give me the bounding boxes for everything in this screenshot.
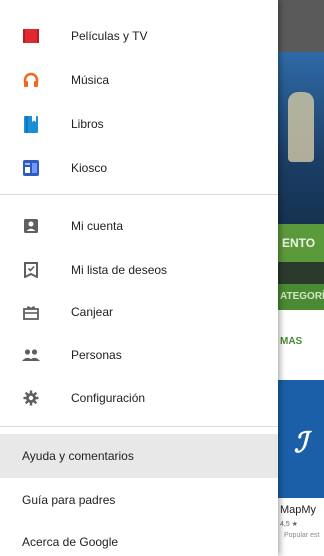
drawer-item-label: Canjear [71,305,114,319]
banner-character-image [288,92,314,162]
drawer-item-redeem[interactable]: Canjear [0,290,278,334]
drawer-item-label: Mi cuenta [71,219,124,233]
navigation-drawer: Películas y TV Música Libros Kiosco Mi c… [0,0,278,556]
drawer-item-wishlist[interactable]: Mi lista de deseos [0,248,278,292]
drawer-divider [0,194,278,195]
app-card-subtitle: Popular est [284,532,320,539]
drawer-item-about-google[interactable]: Acerca de Google [0,520,278,556]
drawer-item-label: Libros [71,117,104,131]
movies-tv-icon [22,27,40,45]
drawer-item-label: Guía para padres [22,493,116,507]
drawer-item-newsstand[interactable]: Kiosco [0,146,278,190]
drawer-item-movies-tv[interactable]: Películas y TV [0,14,278,58]
books-icon [22,115,40,133]
drawer-item-label: Configuración [71,391,146,405]
drawer-item-label: Kiosco [71,161,108,175]
newsstand-icon [22,159,40,177]
promo-banner[interactable] [278,52,324,228]
drawer-item-books[interactable]: Libros [0,102,278,146]
headphones-icon [22,71,40,89]
app-card-title: MapMy [280,504,317,516]
app-card[interactable]: MapMy 4,5 ★ Popular est [278,498,324,556]
redeem-icon [22,303,40,321]
promo-action-button[interactable]: ENTO [278,224,324,262]
people-icon [22,346,40,364]
more-link[interactable]: MÁS [278,336,324,356]
app-card-rating: 4,5 ★ [280,521,298,528]
drawer-item-label: Mi lista de deseos [71,263,168,277]
drawer-divider [0,426,278,427]
wishlist-icon [22,261,40,279]
drawer-item-label: Ayuda y comentarios [22,449,134,463]
drawer-item-people[interactable]: Personas [0,333,278,377]
background-strip [278,262,324,284]
drawer-item-label: Películas y TV [71,29,148,43]
drawer-item-my-account[interactable]: Mi cuenta [0,204,278,248]
app-card-image[interactable]: ℐ [278,380,324,498]
drawer-item-parent-guide[interactable]: Guía para padres [0,478,278,522]
drawer-item-music[interactable]: Música [0,58,278,102]
background-toolbar [278,0,324,52]
drawer-item-help-feedback[interactable]: Ayuda y comentarios [0,434,278,478]
settings-icon [22,389,40,407]
drawer-item-label: Música [71,73,110,87]
drawer-item-label: Personas [71,348,122,362]
app-logo-icon: ℐ [294,427,308,458]
drawer-item-label: Acerca de Google [22,535,119,549]
categories-tab[interactable]: ATEGORÍ [278,284,324,310]
account-icon [22,217,40,235]
drawer-item-settings[interactable]: Configuración [0,376,278,420]
